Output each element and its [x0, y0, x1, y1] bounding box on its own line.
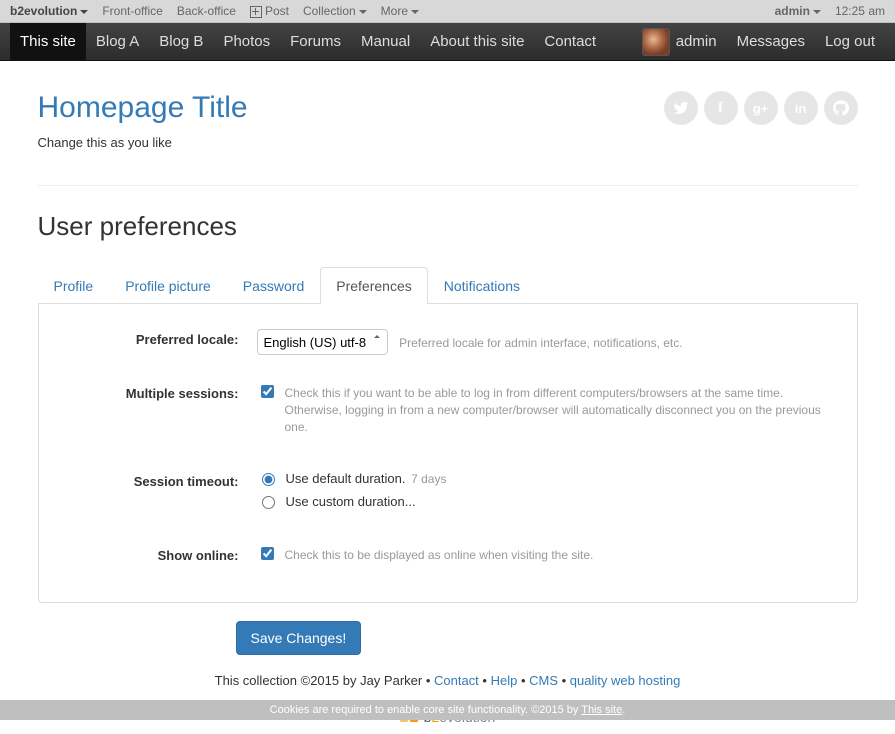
social-links: f g+ in — [664, 91, 858, 125]
footer-credit: This collection ©2015 by Jay Parker • — [215, 673, 434, 688]
page-footer: This collection ©2015 by Jay Parker • Co… — [38, 673, 858, 688]
nav-blog-b[interactable]: Blog B — [149, 23, 213, 60]
sessions-label: Multiple sessions: — [59, 383, 257, 401]
toolbar-collection[interactable]: Collection — [303, 0, 367, 22]
toolbar-post[interactable]: Post — [250, 0, 289, 22]
timeout-label: Session timeout: — [59, 471, 257, 489]
footer-hosting-link[interactable]: quality web hosting — [570, 673, 681, 688]
footer-cms-link[interactable]: CMS — [529, 673, 558, 688]
tab-preferences[interactable]: Preferences — [320, 267, 427, 304]
tab-password[interactable]: Password — [227, 267, 320, 304]
toolbar-user[interactable]: admin — [775, 0, 821, 22]
caret-down-icon — [813, 10, 821, 14]
preferences-panel: Preferred locale: English (US) utf-8 Pre… — [38, 304, 858, 603]
twitter-icon[interactable] — [664, 91, 698, 125]
page-title: User preferences — [38, 211, 858, 242]
nav-user[interactable]: admin — [638, 23, 727, 60]
tab-profile-picture[interactable]: Profile picture — [109, 267, 227, 304]
plus-icon — [250, 6, 262, 18]
online-help: Check this to be displayed as online whe… — [285, 547, 594, 564]
sessions-help: Check this if you want to be able to log… — [285, 385, 837, 435]
locale-label: Preferred locale: — [59, 329, 257, 347]
nav-this-site[interactable]: This site — [10, 23, 86, 60]
cookie-site-link[interactable]: This site — [581, 704, 622, 716]
settings-tabs: Profile Profile picture Password Prefere… — [38, 267, 858, 304]
github-icon[interactable] — [824, 91, 858, 125]
save-button[interactable]: Save Changes! — [236, 621, 362, 655]
site-title[interactable]: Homepage Title — [38, 91, 248, 125]
admin-toolbar: b2evolution Front-office Back-office Pos… — [0, 0, 895, 23]
toolbar-brand[interactable]: b2evolution — [10, 0, 88, 22]
timeout-custom-radio[interactable] — [262, 496, 275, 509]
cookie-notice: Cookies are required to enable core site… — [0, 700, 895, 720]
timeout-custom-label: Use custom duration... — [286, 494, 416, 509]
nav-manual[interactable]: Manual — [351, 23, 420, 60]
nav-blog-a[interactable]: Blog A — [86, 23, 149, 60]
facebook-icon[interactable]: f — [704, 91, 738, 125]
timeout-default-radio[interactable] — [262, 473, 275, 486]
locale-help: Preferred locale for admin interface, no… — [399, 336, 682, 350]
caret-down-icon — [80, 10, 88, 14]
nav-logout[interactable]: Log out — [815, 23, 885, 60]
sessions-checkbox[interactable] — [261, 385, 274, 398]
caret-down-icon — [359, 10, 367, 14]
tab-profile[interactable]: Profile — [38, 267, 110, 304]
online-label: Show online: — [59, 545, 257, 563]
caret-down-icon — [411, 10, 419, 14]
main-navigation: This site Blog A Blog B Photos Forums Ma… — [0, 23, 895, 61]
nav-photos[interactable]: Photos — [213, 23, 280, 60]
linkedin-icon[interactable]: in — [784, 91, 818, 125]
toolbar-more[interactable]: More — [381, 0, 419, 22]
nav-forums[interactable]: Forums — [280, 23, 351, 60]
footer-help-link[interactable]: Help — [491, 673, 518, 688]
nav-contact[interactable]: Contact — [534, 23, 606, 60]
toolbar-front-office[interactable]: Front-office — [102, 0, 162, 22]
nav-messages[interactable]: Messages — [727, 23, 815, 60]
site-tagline: Change this as you like — [38, 135, 248, 150]
footer-contact-link[interactable]: Contact — [434, 673, 479, 688]
locale-select[interactable]: English (US) utf-8 — [257, 329, 388, 355]
timeout-default-label: Use default duration. 7 days — [286, 471, 447, 486]
toolbar-time: 12:25 am — [835, 0, 885, 22]
toolbar-back-office[interactable]: Back-office — [177, 0, 236, 22]
nav-about[interactable]: About this site — [420, 23, 534, 60]
online-checkbox[interactable] — [261, 547, 274, 560]
avatar — [642, 28, 670, 56]
googleplus-icon[interactable]: g+ — [744, 91, 778, 125]
tab-notifications[interactable]: Notifications — [428, 267, 536, 304]
